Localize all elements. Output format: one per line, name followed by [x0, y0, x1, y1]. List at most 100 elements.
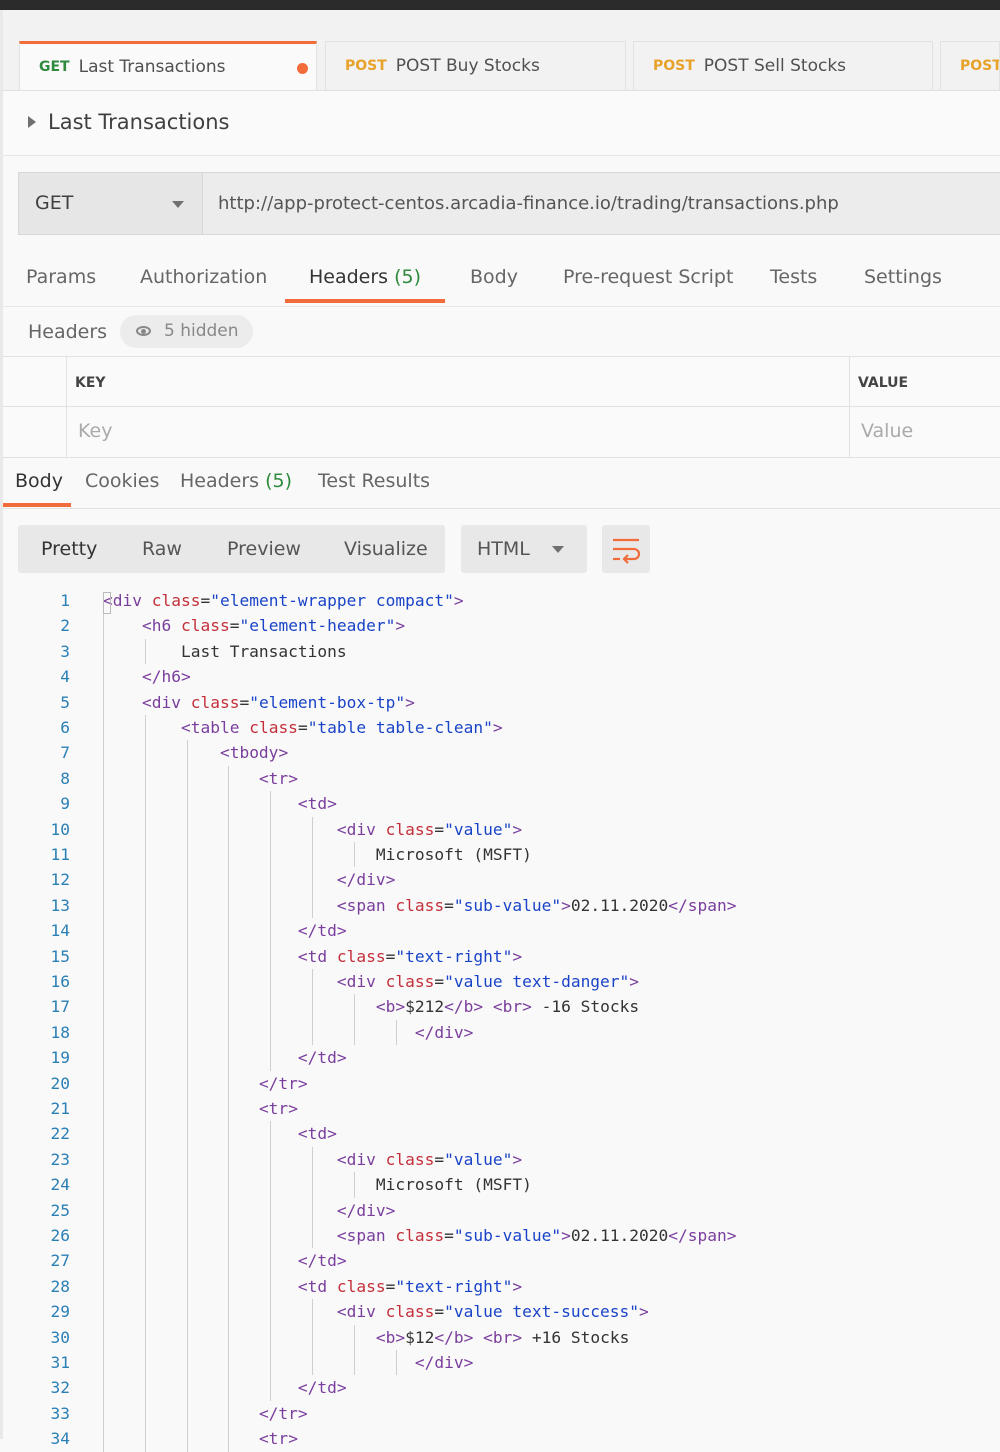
code-line: </h6> [141, 667, 191, 687]
line-number: 29 [50, 1302, 71, 1322]
request-tab-last-transactions[interactable]: GET Last Transactions [19, 41, 317, 90]
code-line: </tr> [258, 1073, 308, 1093]
bracket-match-cursor [103, 592, 111, 614]
hidden-count: 5 hidden [164, 321, 239, 341]
line-number: 11 [50, 845, 71, 864]
line-number: 23 [50, 1149, 71, 1169]
tab-authorization[interactable]: Authorization [140, 266, 267, 288]
collapse-triangle-icon[interactable] [28, 116, 36, 128]
eye-icon [136, 326, 151, 336]
tab-params[interactable]: Params [26, 266, 96, 288]
line-number: 2 [60, 616, 70, 636]
code-line: </div> [414, 1022, 474, 1042]
code-line: <h6 class="element-header"> [141, 616, 406, 636]
key-column-header: KEY [75, 375, 106, 391]
code-line: Microsoft (MSFT) [103, 1175, 532, 1195]
indent-guide [353, 994, 355, 1046]
code-line: <div class="element-wrapper compact"> [103, 591, 464, 610]
table-divider [3, 406, 1000, 407]
indent-guide [353, 1324, 355, 1376]
response-tab-cookies[interactable]: Cookies [85, 470, 159, 492]
request-tab-bar: GET Last Transactions POST POST Buy Stoc… [3, 10, 1000, 91]
method-badge: POST [960, 58, 1000, 74]
tab-settings[interactable]: Settings [864, 266, 942, 288]
indent-guide [228, 765, 230, 1452]
code-line: <tr> [258, 768, 298, 788]
response-code-view[interactable]: 1 <div class="element-wrapper compact"> 2 … [0, 588, 1000, 1452]
indent-guide [103, 613, 104, 1452]
line-number: 33 [50, 1403, 71, 1423]
request-tab-sell-stocks[interactable]: POST POST Sell Stocks [633, 41, 933, 90]
line-number: 32 [50, 1378, 71, 1398]
tab-pre-request-script[interactable]: Pre-request Script [563, 266, 733, 288]
view-preview-button[interactable]: Preview [227, 538, 301, 560]
format-select[interactable]: HTML [461, 525, 587, 573]
line-number: 15 [50, 946, 71, 966]
view-raw-button[interactable]: Raw [142, 538, 182, 560]
method-select[interactable]: GET [19, 173, 203, 234]
code-line: <table class="table table-clean"> [180, 718, 503, 737]
response-tab-headers[interactable]: Headers (5) [180, 470, 292, 492]
key-input[interactable]: Key [78, 420, 112, 442]
response-tab-body[interactable]: Body [15, 470, 63, 492]
value-input[interactable]: Value [861, 420, 913, 442]
table-divider [849, 357, 850, 457]
indent-guide [312, 1146, 313, 1249]
code-line: </tr> [258, 1403, 308, 1423]
indent-guide [312, 816, 313, 919]
code-line: Last Transactions [103, 641, 347, 661]
code-line: <b>$12</b> <br> +16 Stocks [375, 1327, 630, 1347]
indent-guide [353, 842, 355, 868]
code-line: <td> [297, 794, 337, 814]
line-number: 24 [50, 1175, 71, 1195]
indent-guide [186, 740, 188, 1452]
code-line: <div class="value text-success"> [336, 1302, 649, 1322]
indent-guide [144, 715, 146, 1452]
method-select-value: GET [35, 192, 74, 214]
line-number: 25 [50, 1200, 71, 1220]
response-headers-count: (5) [265, 470, 293, 492]
line-number: 6 [60, 718, 70, 737]
unsaved-dot-icon [297, 63, 308, 74]
response-tabs: Body Cookies Headers (5) Test Results [3, 457, 1000, 509]
request-tab-buy-stocks[interactable]: POST POST Buy Stocks [325, 41, 626, 90]
code-line: </td> [297, 1251, 347, 1271]
active-response-tab-underline [3, 503, 71, 507]
request-tab-partial[interactable]: POST [940, 41, 1000, 90]
chevron-down-icon [552, 546, 564, 553]
code-line: <td> [297, 1124, 337, 1144]
window-top-bar [0, 0, 1000, 10]
code-line: Microsoft (MSFT) [103, 845, 532, 864]
code-line: </td> [297, 1048, 347, 1068]
view-visualize-button[interactable]: Visualize [344, 538, 428, 560]
tab-headers[interactable]: Headers (5) [309, 266, 421, 288]
line-number: 18 [50, 1022, 71, 1042]
code-line: <div class="value text-danger"> [336, 972, 640, 991]
indent-guide [270, 1121, 272, 1401]
line-number: 20 [50, 1073, 71, 1093]
method-badge: POST [345, 58, 387, 74]
code-line: </div> [414, 1353, 474, 1372]
headers-table: KEY VALUE Key Value [3, 356, 1000, 458]
table-divider [66, 357, 67, 457]
line-number: 26 [50, 1226, 71, 1245]
indent-guide [270, 791, 272, 1071]
wrap-lines-icon [613, 538, 641, 564]
request-title[interactable]: Last Transactions [48, 110, 230, 134]
code-line: </td> [297, 1378, 347, 1398]
view-pretty-button[interactable]: Pretty [41, 538, 97, 560]
request-name-bar: Last Transactions [3, 91, 1000, 156]
line-number: 10 [50, 819, 71, 839]
line-number: 5 [60, 692, 70, 712]
response-tab-test-results[interactable]: Test Results [318, 470, 430, 492]
hidden-headers-toggle[interactable]: 5 hidden [120, 315, 253, 348]
line-number: 28 [50, 1276, 71, 1296]
tab-body[interactable]: Body [470, 266, 518, 288]
wrap-lines-button[interactable] [602, 525, 650, 573]
line-number: 4 [60, 667, 70, 687]
view-mode-group: Pretty Raw Preview Visualize [18, 525, 445, 573]
line-number: 12 [50, 870, 71, 890]
tab-tests[interactable]: Tests [770, 266, 817, 288]
indent-guide [144, 638, 146, 665]
url-input[interactable]: http://app-protect-centos.arcadia-financ… [218, 193, 839, 214]
